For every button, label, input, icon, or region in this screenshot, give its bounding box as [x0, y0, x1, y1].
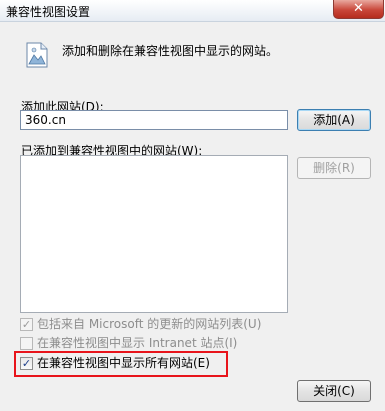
checkbox[interactable]: ✓	[20, 318, 33, 331]
title-bar: 兼容性视图设置 ✕	[0, 0, 385, 22]
option-label: 包括来自 Microsoft 的更新的网站列表(U)	[37, 317, 262, 331]
highlight-box	[14, 351, 228, 377]
document-image-icon	[26, 42, 48, 68]
dialog-body: 添加和删除在兼容性视图中显示的网站。 添加此网站(D): 添加(A) 已添加到兼…	[0, 22, 385, 411]
option-label: 在兼容性视图中显示 Intranet 站点(I)	[37, 336, 238, 350]
remove-button[interactable]: 删除(R)	[297, 157, 371, 179]
info-text: 添加和删除在兼容性视图中显示的网站。	[62, 44, 279, 58]
site-url-input[interactable]	[20, 110, 288, 130]
checkbox[interactable]	[20, 337, 33, 350]
window-close-button[interactable]: ✕	[333, 0, 384, 19]
close-icon: ✕	[353, 1, 364, 16]
window-title: 兼容性视图设置	[6, 5, 91, 19]
close-button[interactable]: 关闭(C)	[297, 380, 371, 402]
compat-view-dialog: 兼容性视图设置 ✕ 添加和删除在兼容性视图中显示的网站。 添加此网站(D): 添…	[0, 0, 385, 411]
site-list[interactable]	[20, 155, 288, 313]
add-button[interactable]: 添加(A)	[297, 109, 371, 131]
